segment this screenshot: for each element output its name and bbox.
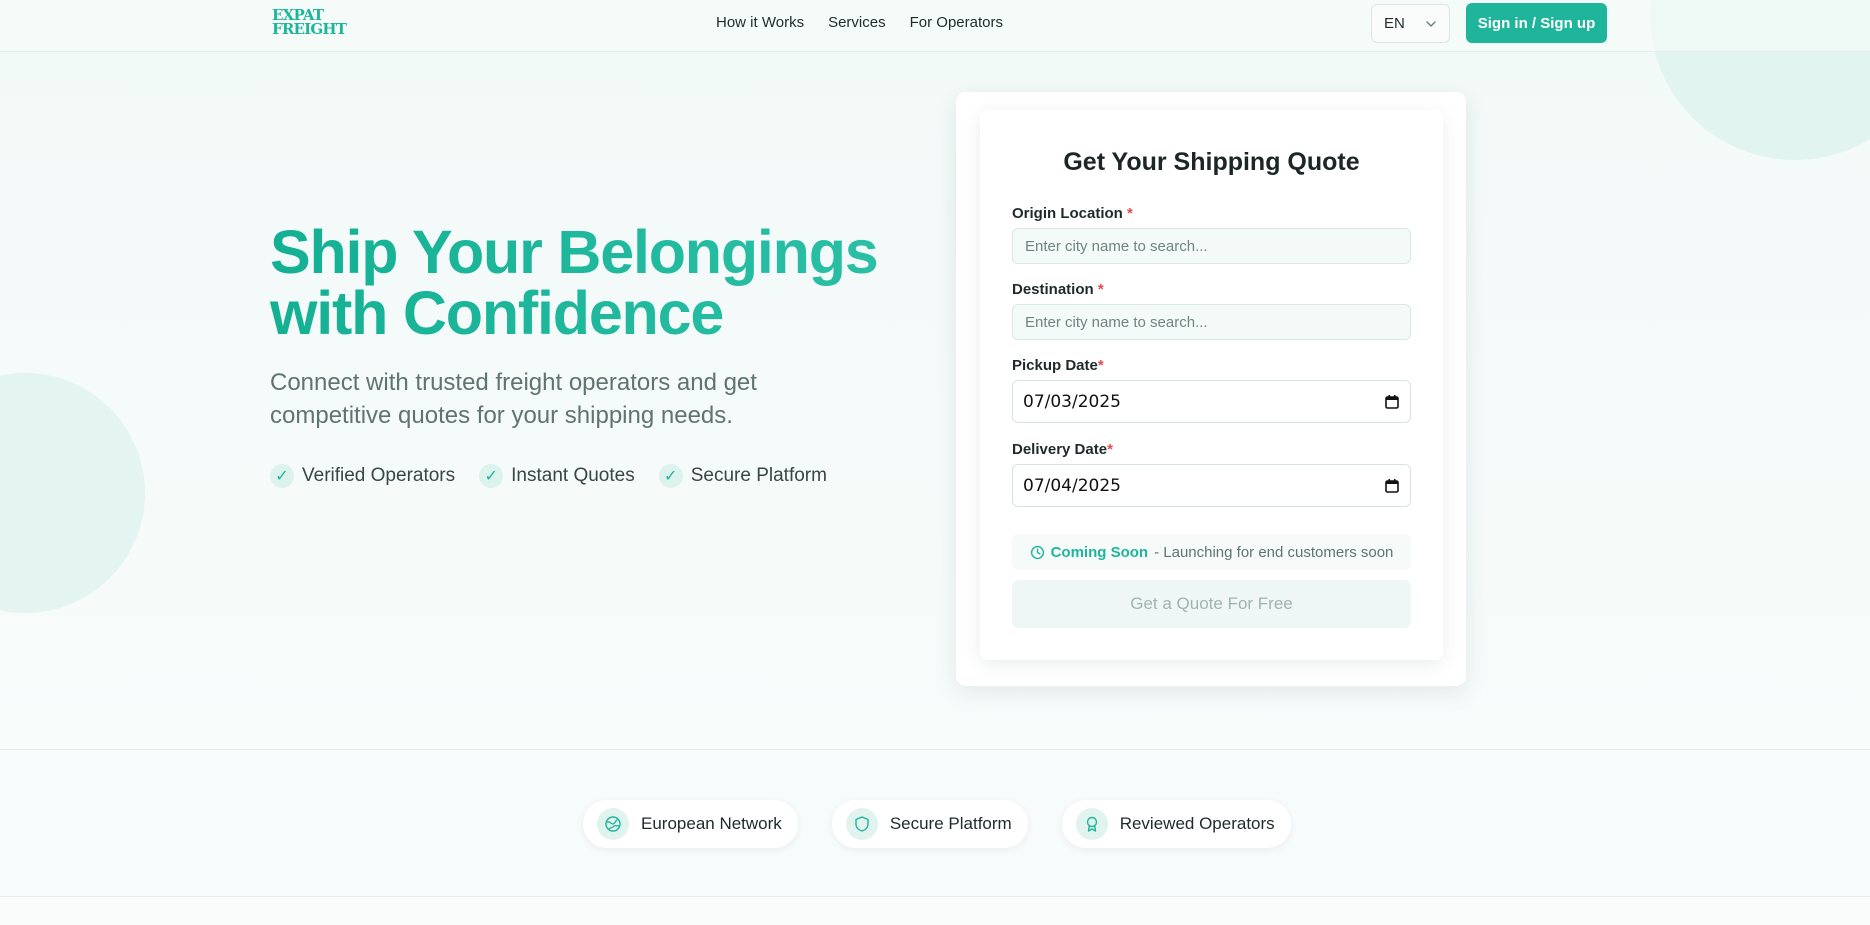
feature-label: Verified Operators [302, 465, 456, 486]
trust-badge-label: Reviewed Operators [1119, 814, 1275, 833]
check-icon: ✓ [479, 464, 504, 488]
hero-title: Ship Your Belongings with Confidence [270, 222, 910, 344]
nav-how-it-works[interactable]: How it Works [716, 14, 804, 32]
delivery-date-label: Delivery Date* [1012, 441, 1113, 458]
feature-label: Secure Platform [690, 465, 827, 486]
destination-label: Destination * [1012, 281, 1104, 298]
shield-icon [855, 816, 869, 832]
feature-label: Instant Quotes [511, 465, 635, 486]
feature-instant-quotes: ✓ Instant Quotes [479, 464, 635, 488]
coming-soon-label: Coming Soon [1050, 543, 1149, 561]
clock-icon [1030, 545, 1044, 559]
award-icon [1086, 816, 1097, 832]
get-quote-button[interactable]: Get a Quote For Free [1012, 580, 1411, 628]
trust-badge-label: European Network [641, 814, 782, 833]
destination-input[interactable] [1012, 304, 1411, 340]
quote-form: Get Your Shipping Quote Origin Location … [980, 110, 1443, 660]
trust-badges: European Network Secure Platform Reviewe… [583, 800, 1291, 848]
nav-for-operators[interactable]: For Operators [910, 14, 1003, 32]
feature-verified-operators: ✓ Verified Operators [270, 464, 455, 488]
language-value: EN [1384, 15, 1405, 32]
hero-title-line-2: with Confidence [270, 279, 724, 347]
nav-services[interactable]: Services [828, 14, 886, 32]
hero-title-line-1: Ship Your Belongings [270, 218, 878, 286]
chevron-down-icon [1426, 20, 1436, 27]
language-select[interactable]: EN [1371, 4, 1450, 43]
landing-page: EXPAT FREIGHT How it Works Services For … [0, 0, 1870, 925]
required-mark: * [1127, 205, 1133, 222]
hero-features: ✓ Verified Operators ✓ Instant Quotes ✓ … [270, 464, 827, 488]
delivery-date-value: 07/04/2025 [1023, 475, 1121, 496]
coming-soon-notice: Coming Soon - Launching for end customer… [1012, 534, 1411, 570]
decorative-circle-left [0, 373, 145, 613]
trust-badge-label: Secure Platform [889, 814, 1012, 833]
top-header: EXPAT FREIGHT How it Works Services For … [0, 0, 1870, 52]
calendar-icon[interactable] [1384, 478, 1400, 494]
globe-icon [605, 816, 621, 832]
main-nav: How it Works Services For Operators [716, 14, 1003, 32]
pickup-date-input[interactable]: 07/03/2025 [1012, 380, 1411, 423]
origin-input[interactable] [1012, 228, 1411, 264]
logo-line-2: FREIGHT [272, 20, 347, 38]
pickup-date-value: 07/03/2025 [1023, 391, 1121, 412]
delivery-date-input[interactable]: 07/04/2025 [1012, 464, 1411, 507]
calendar-icon[interactable] [1384, 394, 1400, 410]
globe-icon-wrap [597, 808, 629, 840]
check-icon: ✓ [658, 464, 683, 488]
check-icon: ✓ [270, 464, 294, 488]
required-mark: * [1097, 281, 1104, 298]
trust-badge-reviewed-operators: Reviewed Operators [1061, 800, 1291, 848]
pickup-date-label: Pickup Date* [1012, 357, 1104, 374]
signin-button[interactable]: Sign in / Sign up [1466, 3, 1607, 43]
origin-label: Origin Location * [1012, 205, 1133, 222]
hero-subtitle: Connect with trusted freight operators a… [270, 369, 757, 429]
required-mark: * [1107, 441, 1113, 458]
required-mark: * [1097, 357, 1104, 374]
trust-badge-secure-platform: Secure Platform [831, 800, 1028, 848]
feature-secure-platform: ✓ Secure Platform [658, 464, 827, 488]
shield-icon-wrap [845, 808, 878, 840]
trust-badge-european-network: European Network [583, 800, 798, 848]
award-icon-wrap [1075, 808, 1108, 840]
coming-soon-text: - Launching for end customers soon [1154, 543, 1394, 561]
quote-form-title: Get Your Shipping Quote [1063, 148, 1360, 176]
brand-logo[interactable]: EXPAT FREIGHT [272, 8, 352, 38]
